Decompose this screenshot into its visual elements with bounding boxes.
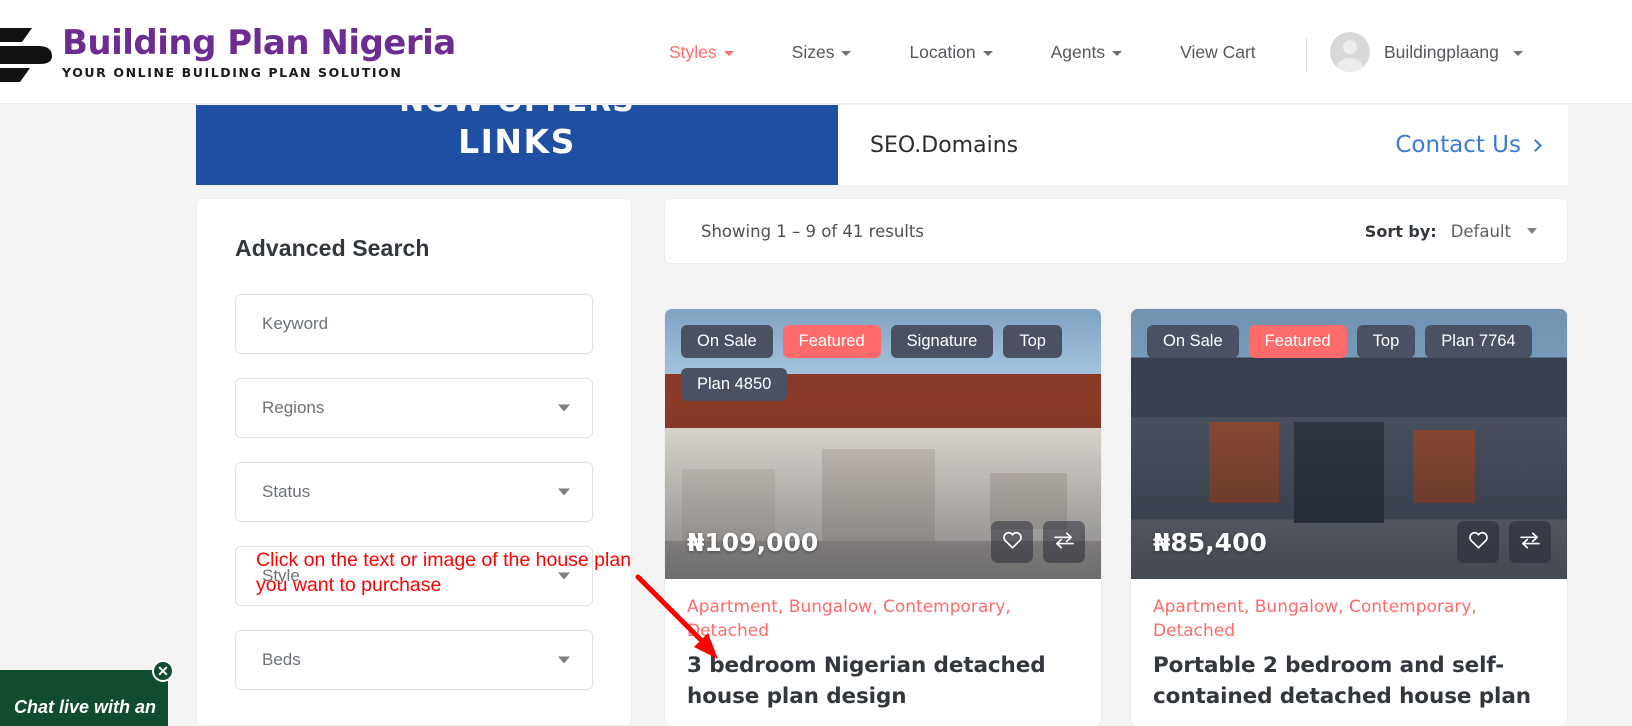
promo-banner[interactable]: NOW OFFERS LINKS SEO.Domains Contact Us <box>196 105 1568 185</box>
heart-icon <box>1468 530 1489 554</box>
close-icon[interactable]: ✕ <box>152 660 174 682</box>
sort-by-dropdown[interactable]: Sort by: Default <box>1365 222 1537 241</box>
beds-select[interactable]: Beds <box>235 630 593 690</box>
keyword-input-placeholder: Keyword <box>262 314 329 333</box>
chevron-down-icon <box>558 488 570 496</box>
property-badges: On Sale Featured Signature Top Plan 4850 <box>681 325 1087 401</box>
page-root: Building Plan Nigeria YOUR ONLINE BUILDI… <box>0 0 1632 726</box>
nav-item-label: View Cart <box>1180 41 1256 62</box>
style-select[interactable]: Style <box>235 546 593 606</box>
site-logo[interactable]: Building Plan Nigeria YOUR ONLINE BUILDI… <box>0 24 456 82</box>
logo-text: Building Plan Nigeria YOUR ONLINE BUILDI… <box>62 26 456 80</box>
promo-banner-domain: SEO.Domains <box>870 132 1019 158</box>
badge-on-sale[interactable]: On Sale <box>681 325 773 358</box>
badge-plan-number[interactable]: Plan 4850 <box>681 368 788 401</box>
nav-item-styles[interactable]: Styles <box>640 42 763 63</box>
compare-button[interactable] <box>1509 521 1551 563</box>
chevron-down-icon <box>1112 50 1123 56</box>
live-chat-widget[interactable]: Chat live with an ✕ <box>0 660 174 726</box>
badge-featured[interactable]: Featured <box>1248 325 1347 358</box>
property-price: ₦85,400 <box>1153 528 1267 557</box>
user-avatar-icon <box>1330 32 1370 72</box>
logo-mark-icon <box>0 24 54 82</box>
logo-title: Building Plan Nigeria <box>62 23 456 63</box>
nav-divider <box>1306 38 1307 72</box>
nav-item-label: Styles <box>669 41 717 62</box>
chevron-right-icon <box>1529 138 1542 152</box>
nav-item-view-cart[interactable]: View Cart <box>1151 42 1285 63</box>
favorite-button[interactable] <box>991 521 1033 563</box>
contact-us-label: Contact Us <box>1395 132 1521 158</box>
chevron-down-icon <box>1512 50 1523 56</box>
contact-us-link[interactable]: Contact Us <box>1395 132 1542 158</box>
promo-banner-blue-panel[interactable]: NOW OFFERS LINKS <box>196 105 838 185</box>
live-chat-label: Chat live with an <box>14 697 157 717</box>
compare-button[interactable] <box>1043 521 1085 563</box>
property-image-actions <box>991 521 1085 563</box>
badge-signature[interactable]: Signature <box>890 325 994 358</box>
property-card-list: On Sale Featured Signature Top Plan 4850… <box>664 308 1568 726</box>
compare-arrows-icon <box>1519 531 1541 554</box>
nav-item-label: Agents <box>1050 41 1106 62</box>
chevron-down-icon <box>1527 228 1537 234</box>
chevron-down-icon <box>558 656 570 664</box>
chevron-down-icon <box>723 50 734 56</box>
regions-select[interactable]: Regions <box>235 378 593 438</box>
compare-arrows-icon <box>1053 531 1075 554</box>
keyword-input[interactable]: Keyword <box>235 294 593 354</box>
property-categories[interactable]: Apartment, Bungalow, Contemporary, Detac… <box>1153 595 1545 643</box>
property-title[interactable]: 3 bedroom Nigerian detached house plan d… <box>687 650 1079 712</box>
sort-by-label: Sort by: <box>1364 221 1437 241</box>
property-image-actions <box>1457 521 1551 563</box>
regions-select-label: Regions <box>262 398 325 417</box>
top-navigation-bar: Building Plan Nigeria YOUR ONLINE BUILDI… <box>0 0 1632 104</box>
badge-top[interactable]: Top <box>1003 325 1062 358</box>
results-count-label: Showing 1 – 9 of 41 results <box>701 221 924 241</box>
badge-plan-number[interactable]: Plan 7764 <box>1425 325 1532 358</box>
promo-banner-top-line: NOW OFFERS <box>399 105 635 119</box>
user-account-menu[interactable]: Buildingplaang <box>1330 0 1523 104</box>
status-select-label: Status <box>262 482 311 501</box>
property-card[interactable]: On Sale Featured Top Plan 7764 ₦85,400 A… <box>1130 308 1568 726</box>
property-card-body: Apartment, Bungalow, Contemporary, Detac… <box>665 579 1101 726</box>
property-title[interactable]: Portable 2 bedroom and self-contained de… <box>1153 650 1545 712</box>
promo-banner-main-line: LINKS <box>458 122 576 161</box>
nav-item-agents[interactable]: Agents <box>1022 42 1151 63</box>
badge-on-sale[interactable]: On Sale <box>1147 325 1239 358</box>
heart-icon <box>1002 530 1023 554</box>
status-select[interactable]: Status <box>235 462 593 522</box>
advanced-search-sidebar: Advanced Search Keyword Regions Status S… <box>196 198 632 726</box>
badge-top[interactable]: Top <box>1356 325 1416 358</box>
property-card[interactable]: On Sale Featured Signature Top Plan 4850… <box>664 308 1102 726</box>
property-categories[interactable]: Apartment, Bungalow, Contemporary, Detac… <box>687 595 1079 643</box>
nav-item-label: Sizes <box>791 41 835 62</box>
property-price: ₦109,000 <box>687 528 819 557</box>
property-badges: On Sale Featured Top Plan 7764 <box>1147 325 1553 358</box>
logo-tagline: YOUR ONLINE BUILDING PLAN SOLUTION <box>62 65 403 80</box>
property-image[interactable]: On Sale Featured Top Plan 7764 ₦85,400 <box>1131 309 1567 579</box>
nav-item-label: Location <box>909 41 976 62</box>
main-nav-links: Styles Sizes Location Agents View Cart <box>640 0 1285 104</box>
style-select-label: Style <box>262 566 300 585</box>
favorite-button[interactable] <box>1457 521 1499 563</box>
nav-item-sizes[interactable]: Sizes <box>763 42 881 63</box>
chevron-down-icon <box>558 404 570 412</box>
beds-select-label: Beds <box>262 650 301 669</box>
chevron-down-icon <box>982 50 993 56</box>
promo-banner-white-panel: SEO.Domains Contact Us <box>838 105 1568 185</box>
sidebar-title: Advanced Search <box>235 235 430 261</box>
results-toolbar: Showing 1 – 9 of 41 results Sort by: Def… <box>664 198 1568 264</box>
badge-featured[interactable]: Featured <box>782 325 881 358</box>
chevron-down-icon <box>558 572 570 580</box>
user-name-label: Buildingplaang <box>1384 41 1499 62</box>
property-image[interactable]: On Sale Featured Signature Top Plan 4850… <box>665 309 1101 579</box>
chevron-down-icon <box>841 50 852 56</box>
sort-by-value: Default <box>1450 221 1511 241</box>
property-card-body: Apartment, Bungalow, Contemporary, Detac… <box>1131 579 1567 726</box>
nav-item-location[interactable]: Location <box>880 42 1021 63</box>
